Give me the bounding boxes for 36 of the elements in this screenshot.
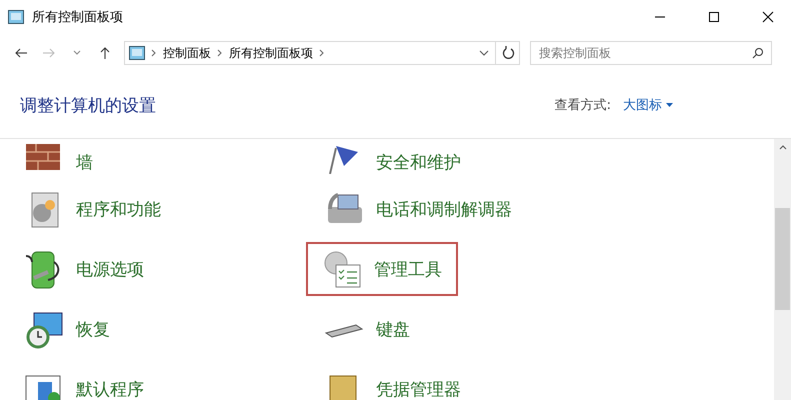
control-panel-item[interactable]: 安全和维护 bbox=[322, 142, 477, 176]
scrollbar[interactable] bbox=[774, 139, 791, 400]
control-panel-item[interactable]: 凭据管理器 bbox=[322, 372, 477, 400]
breadcrumb[interactable]: 所有控制面板项 bbox=[229, 44, 313, 62]
chevron-right-icon bbox=[217, 49, 223, 57]
control-panel-item[interactable]: 墙 bbox=[22, 142, 109, 176]
forward-arrow-icon bbox=[42, 47, 56, 59]
chevron-right-icon bbox=[151, 49, 157, 57]
control-panel-icon bbox=[8, 10, 24, 24]
page-heading: 调整计算机的设置 bbox=[20, 94, 157, 116]
up-arrow-icon bbox=[99, 46, 111, 60]
control-panel-icon bbox=[129, 46, 145, 60]
caret-icon bbox=[666, 102, 673, 108]
chevron-down-icon bbox=[72, 49, 82, 57]
chevron-down-icon[interactable] bbox=[479, 49, 489, 57]
search-field[interactable]: 搜索控制面板 bbox=[530, 41, 772, 65]
scrollbar-thumb[interactable] bbox=[775, 208, 790, 310]
refresh-icon bbox=[500, 46, 514, 60]
breadcrumb[interactable]: 控制面板 bbox=[163, 44, 211, 62]
control-panel-item[interactable]: 恢复 bbox=[22, 307, 126, 351]
chevron-up-icon bbox=[778, 145, 786, 150]
maximize-icon bbox=[708, 11, 720, 23]
control-panel-item[interactable]: 电话和调制解调器 bbox=[322, 187, 528, 231]
control-panel-item[interactable]: 管理工具 bbox=[306, 242, 458, 296]
control-panel-item[interactable]: 程序和功能 bbox=[22, 187, 177, 231]
control-panel-item[interactable]: 电源选项 bbox=[22, 246, 160, 292]
control-panel-item[interactable]: 默认程序 bbox=[22, 372, 160, 400]
address-bar[interactable]: 控制面板 所有控制面板项 bbox=[124, 41, 520, 65]
back-arrow-icon bbox=[14, 47, 28, 59]
search-icon bbox=[752, 47, 764, 59]
view-by-label: 查看方式: bbox=[554, 97, 611, 114]
close-icon bbox=[762, 11, 774, 23]
control-panel-item[interactable]: 键盘 bbox=[322, 316, 426, 342]
view-mode-dropdown[interactable]: 大图标 bbox=[623, 96, 673, 114]
chevron-right-icon bbox=[319, 49, 325, 57]
window-title: 所有控制面板项 bbox=[32, 9, 124, 26]
